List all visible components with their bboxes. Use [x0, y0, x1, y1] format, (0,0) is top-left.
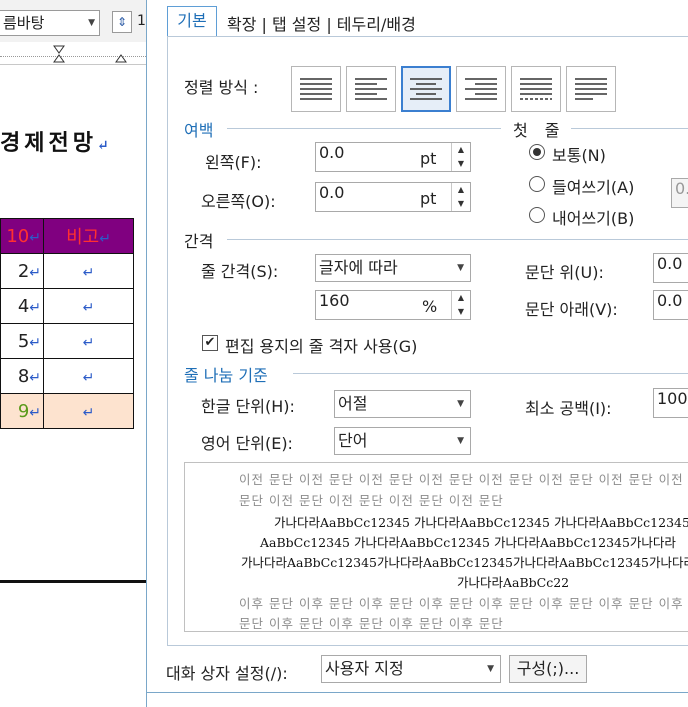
english-unit-label: 영어 단위(E): — [201, 434, 293, 453]
table-cell: 8↵ — [0, 358, 44, 394]
table-cell: 9↵ — [0, 393, 44, 429]
line-spacing-value-input[interactable]: 160 % ▲ ▼ — [315, 290, 471, 320]
preview-body-line: AaBbCc12345 가나다라AaBbCc12345 가나다라AaBbCc12… — [260, 535, 676, 550]
center-align-icon[interactable] — [401, 66, 451, 112]
space-above-input[interactable]: 0.0 — [653, 253, 688, 283]
return-mark-icon: ↵ — [96, 138, 113, 154]
left-align-icon[interactable] — [346, 66, 396, 112]
preview-next-line: 이후 문단 이후 문단 이후 문단 이후 문단 이후 문단 이후 문단 이후 문… — [239, 596, 684, 611]
min-space-input[interactable]: 100 — [653, 388, 688, 418]
right-align-icon[interactable] — [456, 66, 506, 112]
document-heading: 경제전망↵ — [0, 125, 113, 157]
line-break-divider — [293, 373, 688, 374]
line-spacing-type-select[interactable]: 글자에 따라 ▼ — [315, 254, 471, 282]
grid-checkbox-label[interactable]: 편집 용지의 줄 격자 사용(G) — [225, 333, 417, 357]
table-header-cell: 10↵ — [0, 218, 44, 254]
tab-basic[interactable]: 기본 — [167, 6, 217, 37]
align-label: 정렬 방식 : — [184, 78, 259, 97]
spin-button[interactable]: ▲ ▼ — [451, 143, 470, 171]
radio-indent-label[interactable]: 들여쓰기(A) — [552, 174, 634, 198]
english-unit-select[interactable]: 단어 ▼ — [334, 427, 471, 455]
document-table: 10↵ 비고↵ 2↵ ↵ 4↵ ↵ 5↵ ↵ 8↵ ↵ 9↵ ↵ — [0, 218, 134, 429]
chevron-down-icon: ▼ — [457, 399, 464, 409]
ruler[interactable] — [0, 42, 146, 65]
table-cell: 2↵ — [0, 253, 44, 289]
table-row: 2↵ ↵ — [0, 253, 134, 289]
line-spacing-label: 줄 간격(S): — [201, 262, 279, 281]
table-cell: ↵ — [43, 323, 134, 359]
dialog-settings-label: 대화 상자 설정(/): — [166, 664, 288, 683]
paragraph-preview: 이전 문단 이전 문단 이전 문단 이전 문단 이전 문단 이전 문단 이전 문… — [184, 462, 688, 632]
left-margin-input[interactable]: 0.0 pt ▲ ▼ — [315, 142, 471, 172]
divide-align-icon[interactable] — [566, 66, 616, 112]
paragraph-dialog: 기본 확장 | 탭 설정 | 테두리/배경 정렬 방식 : 여백 왼쪽(F): … — [146, 0, 688, 707]
distribute-align-icon[interactable] — [511, 66, 561, 112]
dialog-settings-select[interactable]: 사용자 지정 ▼ — [321, 655, 501, 683]
table-cell: ↵ — [43, 253, 134, 289]
preview-body-line: 가나다라AaBbCc12345가나다라AaBbCc12345가나다라AaBbCc… — [241, 555, 688, 570]
preview-next-line: 문단 이후 문단 이후 문단 이후 문단 이후 문단 — [239, 616, 504, 631]
chevron-down-icon: ▼ — [457, 263, 464, 273]
justify-align-icon[interactable] — [291, 66, 341, 112]
margin-divider — [227, 128, 501, 129]
spin-button[interactable]: ▲ ▼ — [451, 291, 470, 319]
spin-button[interactable]: ▲ ▼ — [451, 183, 470, 211]
right-margin-label: 오른쪽(O): — [201, 192, 276, 211]
unit-label: pt — [420, 189, 437, 208]
unit-label: % — [422, 297, 438, 316]
table-cell: ↵ — [43, 358, 134, 394]
left-margin-label: 왼쪽(F): — [205, 153, 262, 172]
right-margin-input[interactable]: 0.0 pt ▲ ▼ — [315, 182, 471, 212]
font-name-value: 름바탕 — [3, 14, 45, 32]
document-rule — [0, 580, 146, 583]
preview-prev-line: 이전 문단 이전 문단 이전 문단 이전 문단 이전 문단 이전 문단 이전 문… — [239, 472, 684, 487]
korean-unit-label: 한글 단위(H): — [201, 397, 295, 416]
dialog-bottom-border — [147, 692, 688, 693]
table-header-cell: 비고↵ — [43, 218, 134, 254]
table-cell: ↵ — [43, 393, 134, 429]
space-below-label: 문단 아래(V): — [525, 300, 618, 319]
ruler-markers — [53, 45, 127, 63]
space-below-input[interactable]: 0.0 — [653, 290, 688, 320]
spacing-section-title: 간격 — [184, 232, 214, 251]
unit-label: pt — [420, 149, 437, 168]
spacing-divider — [227, 239, 688, 240]
first-line-divider — [571, 128, 688, 129]
margin-section-title: 여백 — [184, 121, 214, 140]
configure-button[interactable]: 구성(;)... — [509, 655, 587, 683]
first-line-value-input[interactable]: 0. — [671, 178, 688, 208]
grid-checkbox[interactable]: ✔ — [202, 335, 218, 351]
chevron-down-icon: ▼ — [487, 664, 494, 674]
table-row-highlighted: 9↵ ↵ — [0, 393, 134, 429]
space-above-label: 문단 위(U): — [525, 263, 604, 282]
radio-normal[interactable] — [529, 144, 545, 160]
korean-unit-select[interactable]: 어절 ▼ — [334, 390, 471, 418]
radio-indent[interactable] — [529, 176, 545, 192]
table-row: 8↵ ↵ — [0, 358, 134, 394]
font-name-select[interactable]: 름바탕 ▼ — [0, 10, 100, 36]
preview-body-line: 가나다라AaBbCc12345 가나다라AaBbCc12345 가나다라AaBb… — [274, 515, 688, 530]
preview-prev-line: 문단 이전 문단 이전 문단 이전 문단 이전 문단 — [239, 493, 504, 508]
table-cell: ↵ — [43, 288, 134, 324]
min-space-label: 최소 공백(I): — [525, 399, 612, 418]
line-spacing-icon[interactable]: ⇕ — [112, 11, 132, 33]
radio-hanging-label[interactable]: 내어쓰기(B) — [552, 205, 634, 229]
table-header-row: 10↵ 비고↵ — [0, 218, 134, 254]
first-line-section-title: 첫 줄 — [513, 121, 566, 140]
line-break-section-title: 줄 나눔 기준 — [184, 366, 268, 385]
radio-normal-label[interactable]: 보통(N) — [552, 142, 606, 166]
table-cell: 4↵ — [0, 288, 44, 324]
heading-text: 경제전망 — [0, 130, 97, 156]
chevron-down-icon: ▼ — [457, 436, 464, 446]
table-cell: 5↵ — [0, 323, 44, 359]
table-row: 4↵ ↵ — [0, 288, 134, 324]
preview-body-line: 가나다라AaBbCc22 — [457, 575, 570, 590]
tab-others[interactable]: 확장 | 탭 설정 | 테두리/배경 — [227, 11, 416, 35]
radio-hanging[interactable] — [529, 207, 545, 223]
line-spacing-value: 1 — [137, 13, 146, 29]
table-row: 5↵ ↵ — [0, 323, 134, 359]
chevron-down-icon: ▼ — [88, 18, 95, 28]
